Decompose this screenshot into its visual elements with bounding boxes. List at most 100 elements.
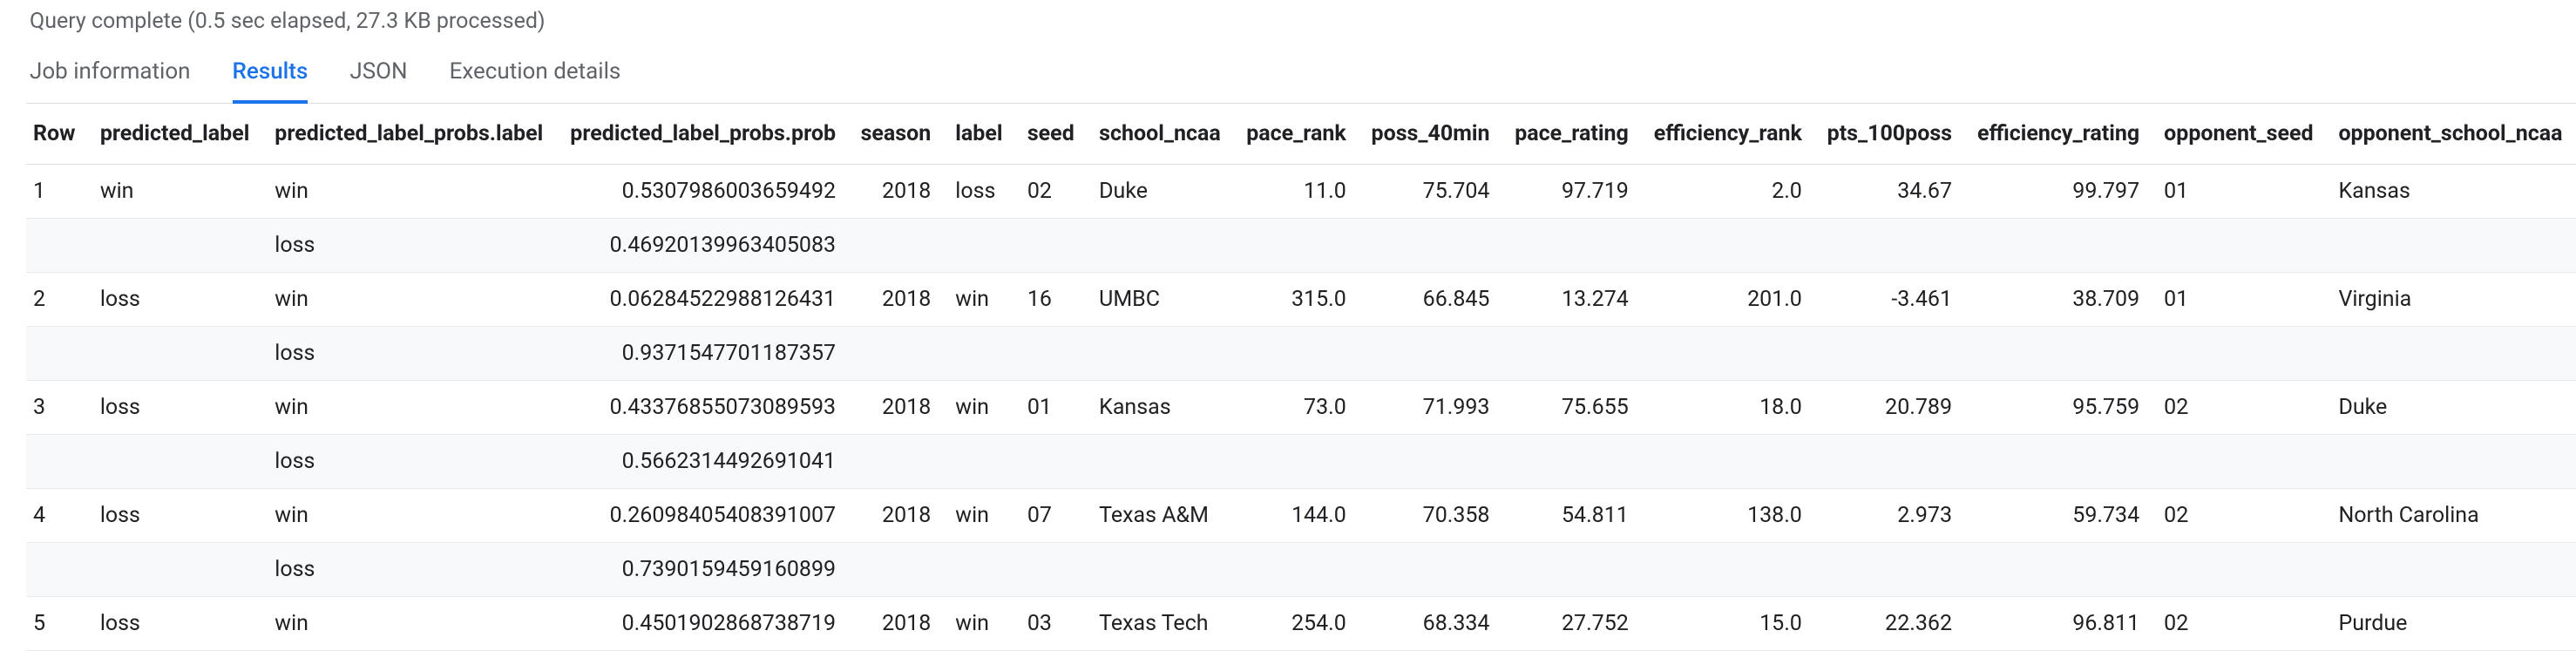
cell-pace_rank: 254.0 <box>1234 597 1359 651</box>
cell-blank <box>1502 435 1640 489</box>
cell-seed: 02 <box>1015 165 1087 219</box>
cell-blank <box>88 435 262 489</box>
cell-blank <box>1087 435 1233 489</box>
cell-prob-label: win <box>262 165 556 219</box>
col-header-poss_40min: poss_40min <box>1359 104 1502 165</box>
cell-row: 3 <box>26 381 88 435</box>
cell-blank <box>1015 543 1087 597</box>
cell-seed: 01 <box>1015 381 1087 435</box>
cell-label: win <box>943 597 1015 651</box>
cell-opponent_seed: 01 <box>2152 165 2326 219</box>
cell-blank <box>1964 543 2152 597</box>
cell-opponent_seed: 02 <box>2152 489 2326 543</box>
cell-blank <box>1015 219 1087 273</box>
cell-row: 2 <box>26 273 88 327</box>
cell-efficiency_rank: 201.0 <box>1641 273 1814 327</box>
cell-blank <box>2152 435 2326 489</box>
tab-execution-details[interactable]: Execution details <box>450 58 621 104</box>
cell-blank <box>1964 327 2152 381</box>
cell-school_ncaa: UMBC <box>1087 273 1233 327</box>
table-row: 2losswin0.062845229881264312018win16UMBC… <box>26 273 2576 327</box>
cell-blank <box>2152 327 2326 381</box>
cell-seed: 03 <box>1015 597 1087 651</box>
cell-blank <box>2326 543 2576 597</box>
cell-opponent_school_ncaa: North Carolina <box>2326 489 2576 543</box>
cell-prob-value: 0.4501902868738719 <box>557 597 848 651</box>
tab-job-information[interactable]: Job information <box>30 58 191 104</box>
cell-label: loss <box>943 165 1015 219</box>
cell-prob-value: 0.9371547701187357 <box>557 327 848 381</box>
table-body: 1winwin0.53079860036594922018loss02Duke1… <box>26 165 2576 651</box>
cell-blank <box>2152 543 2326 597</box>
cell-pts_100poss: 34.67 <box>1814 165 1964 219</box>
cell-blank <box>88 543 262 597</box>
cell-blank <box>1502 543 1640 597</box>
cell-opponent_seed: 02 <box>2152 597 2326 651</box>
cell-blank <box>1234 543 1359 597</box>
cell-pts_100poss: 20.789 <box>1814 381 1964 435</box>
cell-predicted_label: loss <box>88 381 262 435</box>
cell-row: 1 <box>26 165 88 219</box>
cell-blank <box>26 543 88 597</box>
cell-efficiency_rating: 96.811 <box>1964 597 2152 651</box>
cell-blank <box>26 435 88 489</box>
cell-blank <box>88 327 262 381</box>
col-header-predicted_label: predicted_label <box>88 104 262 165</box>
cell-predicted_label: loss <box>88 489 262 543</box>
cell-predicted_label: loss <box>88 597 262 651</box>
cell-season: 2018 <box>848 273 943 327</box>
cell-blank <box>1641 327 1814 381</box>
cell-pace_rank: 315.0 <box>1234 273 1359 327</box>
cell-blank <box>2326 435 2576 489</box>
cell-pts_100poss: 2.973 <box>1814 489 1964 543</box>
cell-poss_40min: 71.993 <box>1359 381 1502 435</box>
cell-efficiency_rating: 59.734 <box>1964 489 2152 543</box>
cell-opponent_school_ncaa: Purdue <box>2326 597 2576 651</box>
cell-blank <box>848 219 943 273</box>
cell-blank <box>1964 219 2152 273</box>
cell-pace_rank: 144.0 <box>1234 489 1359 543</box>
cell-seed: 07 <box>1015 489 1087 543</box>
cell-pace_rank: 11.0 <box>1234 165 1359 219</box>
col-header-efficiency_rating: efficiency_rating <box>1964 104 2152 165</box>
col-header-season: season <box>848 104 943 165</box>
cell-blank <box>1814 543 1964 597</box>
cell-prob-label: win <box>262 381 556 435</box>
tab-results[interactable]: Results <box>233 58 308 104</box>
tab-json[interactable]: JSON <box>349 58 407 104</box>
cell-blank <box>1641 219 1814 273</box>
cell-efficiency_rank: 138.0 <box>1641 489 1814 543</box>
cell-blank <box>1964 435 2152 489</box>
cell-efficiency_rank: 15.0 <box>1641 597 1814 651</box>
table-row: loss0.5662314492691041 <box>26 435 2576 489</box>
cell-label: win <box>943 381 1015 435</box>
cell-prob-label: win <box>262 273 556 327</box>
cell-blank <box>1814 219 1964 273</box>
cell-blank <box>848 327 943 381</box>
cell-blank <box>1814 435 1964 489</box>
col-header-school_ncaa: school_ncaa <box>1087 104 1233 165</box>
cell-blank <box>943 543 1015 597</box>
cell-blank <box>1359 219 1502 273</box>
cell-blank <box>1359 435 1502 489</box>
col-header-seed: seed <box>1015 104 1087 165</box>
col-header-predicted_label_probs_prob: predicted_label_probs.prob <box>557 104 848 165</box>
cell-blank <box>1641 543 1814 597</box>
cell-prob-value: 0.7390159459160899 <box>557 543 848 597</box>
col-header-opponent_school_ncaa: opponent_school_ncaa <box>2326 104 2576 165</box>
results-table: Rowpredicted_labelpredicted_label_probs.… <box>26 104 2576 651</box>
cell-pace_rating: 54.811 <box>1502 489 1640 543</box>
cell-blank <box>1234 435 1359 489</box>
query-status: Query complete (0.5 sec elapsed, 27.3 KB… <box>26 9 2576 34</box>
cell-seed: 16 <box>1015 273 1087 327</box>
cell-blank <box>848 543 943 597</box>
cell-blank <box>1234 327 1359 381</box>
cell-efficiency_rating: 38.709 <box>1964 273 2152 327</box>
cell-season: 2018 <box>848 489 943 543</box>
table-row: 1winwin0.53079860036594922018loss02Duke1… <box>26 165 2576 219</box>
cell-blank <box>88 219 262 273</box>
cell-prob-value: 0.5307986003659492 <box>557 165 848 219</box>
col-header-opponent_seed: opponent_seed <box>2152 104 2326 165</box>
cell-season: 2018 <box>848 165 943 219</box>
cell-blank <box>1015 435 1087 489</box>
